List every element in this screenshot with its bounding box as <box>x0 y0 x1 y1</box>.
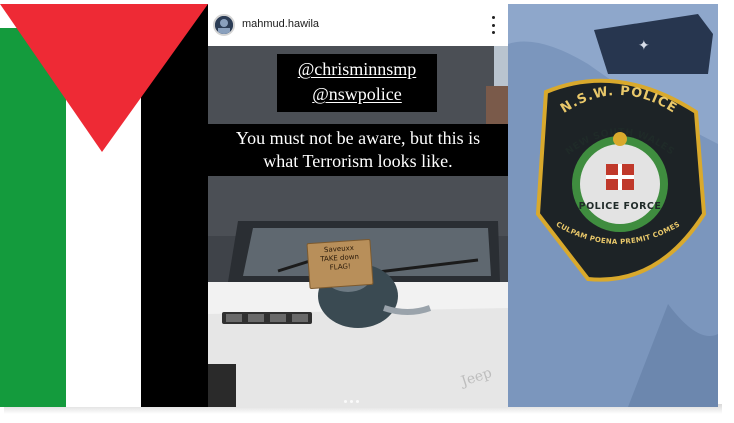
sign-text: Saveuxx TAKE down FLAG! <box>308 243 372 274</box>
mention-nswpolice[interactable]: @nswpolice <box>277 84 437 105</box>
palestinian-flag <box>0 4 208 407</box>
caption-line-1: You must not be aware, but this is <box>235 128 481 148</box>
avatar-image <box>215 16 233 34</box>
story-caption: You must not be aware, but this is what … <box>208 124 508 176</box>
crown-icon <box>613 132 627 146</box>
username-label[interactable]: mahmud.hawila <box>242 18 319 30</box>
ellipsis-dot <box>491 23 495 27</box>
caption-line-2: what Terrorism looks like. <box>263 151 453 171</box>
progress-dot <box>356 400 359 403</box>
vertical-ellipsis-icon[interactable] <box>488 16 498 34</box>
story-header: mahmud.hawila <box>208 4 508 46</box>
ellipsis-dot <box>491 31 495 34</box>
mention-chrisminnsmp[interactable]: @chrisminnsmp <box>277 59 437 80</box>
palestinian-flag-panel <box>0 4 208 407</box>
profile-avatar[interactable] <box>213 14 235 36</box>
police-patch-panel: ✦ N.S.W. POLICE NEW SOUTH WALES POLICE F… <box>508 4 718 407</box>
progress-dot <box>344 400 347 403</box>
police-shoulder-photo: ✦ N.S.W. POLICE NEW SOUTH WALES POLICE F… <box>508 4 718 407</box>
ellipsis-dot <box>491 16 495 19</box>
cardboard-sign: Saveuxx TAKE down FLAG! <box>306 238 374 290</box>
patch-inner-text: POLICE FORCE <box>579 201 662 212</box>
mention-sticker: @chrisminnsmp @nswpolice <box>277 54 437 112</box>
svg-text:✦: ✦ <box>638 38 650 54</box>
instagram-story-panel: Jeep mahmud.hawila @chrisminnsmp @nswpol… <box>208 4 508 407</box>
story-progress-dots <box>344 400 359 403</box>
progress-dot <box>350 400 353 403</box>
